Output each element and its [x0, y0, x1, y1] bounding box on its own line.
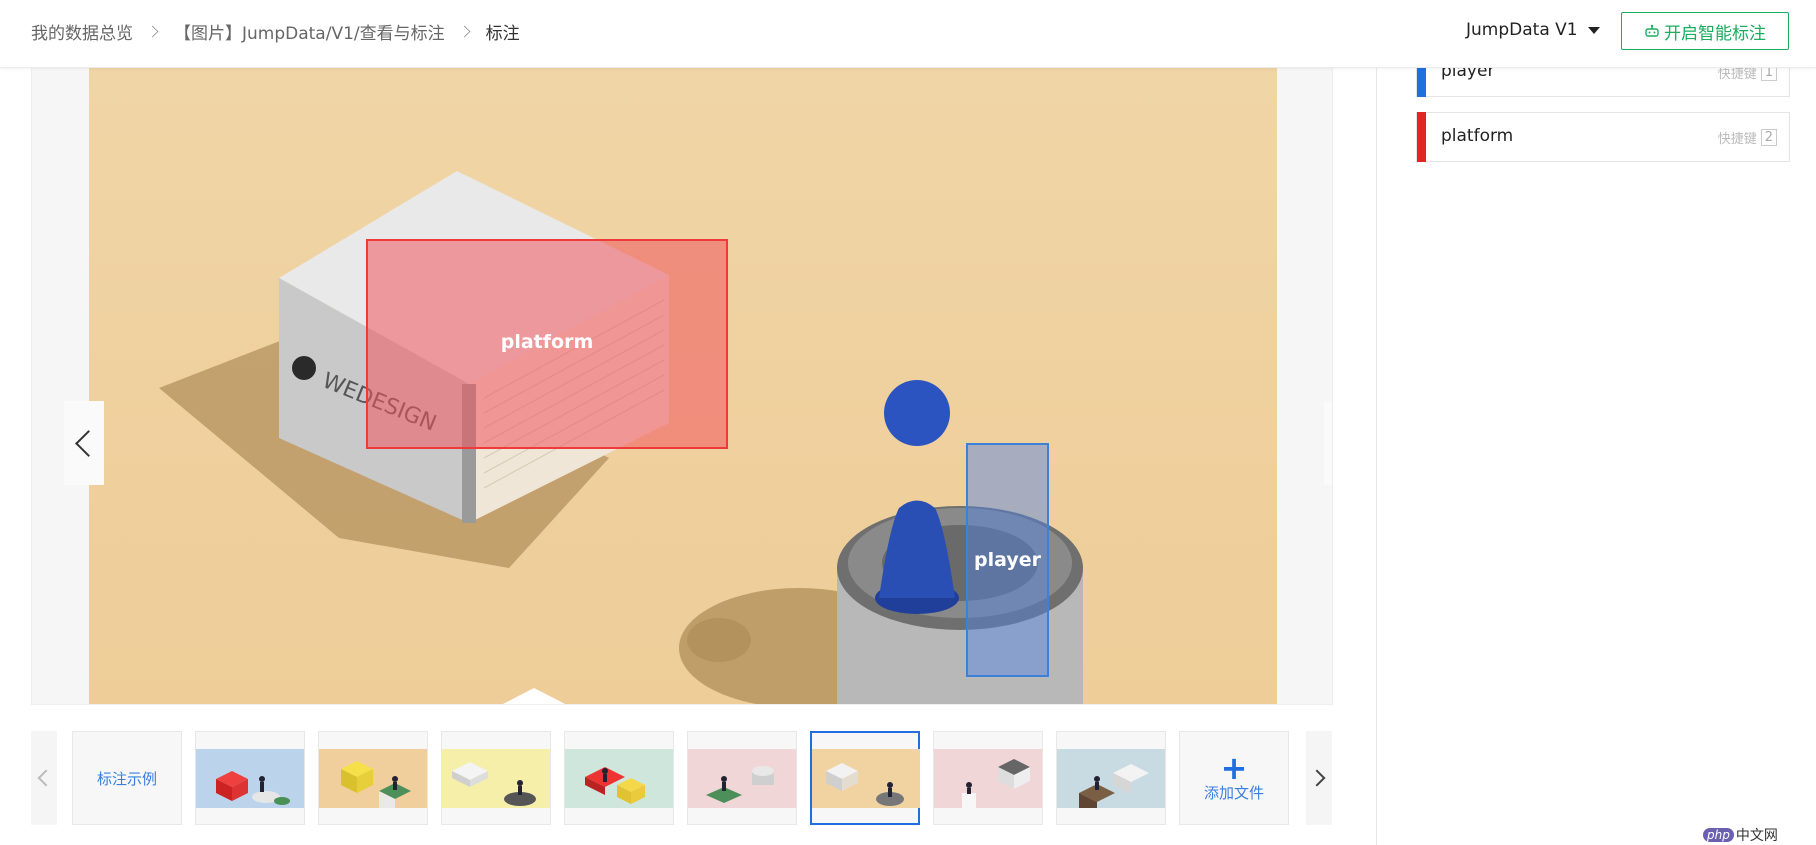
label-shortcut: 快捷键 2 — [1718, 128, 1777, 147]
caret-down-icon — [1587, 26, 1600, 34]
thumbnail-6-selected[interactable] — [810, 731, 920, 825]
breadcrumb-separator-icon — [146, 25, 159, 37]
example-tile[interactable]: 标注示例 — [72, 731, 182, 825]
breadcrumb-separator-icon — [458, 25, 470, 37]
chevron-right-icon — [1326, 429, 1332, 457]
thumbnail-1[interactable] — [195, 731, 305, 825]
breadcrumb-current: 标注 — [485, 23, 520, 44]
smart-label-text: 开启智能标注 — [1664, 23, 1766, 44]
image-canvas[interactable]: WEDESIGN platform player — [89, 68, 1277, 704]
breadcrumb: 我的数据总览 【图片】JumpData/V1/查看与标注 标注 — [31, 0, 520, 62]
thumbnail-2[interactable] — [318, 731, 428, 825]
thumbnail-5[interactable] — [687, 731, 797, 825]
top-bar: 我的数据总览 【图片】JumpData/V1/查看与标注 标注 JumpData… — [0, 0, 1816, 68]
robot-icon — [1644, 24, 1660, 38]
shortcut-key: 2 — [1760, 129, 1777, 146]
thumbnail-image — [196, 749, 304, 808]
thumbnail-3[interactable] — [441, 731, 551, 825]
breadcrumb-overview[interactable]: 我的数据总览 — [31, 19, 133, 44]
plus-icon: + — [1220, 748, 1248, 787]
version-label: JumpData V1 — [1466, 20, 1578, 40]
thumbnail-image — [565, 749, 673, 808]
annotation-label-player: player — [974, 549, 1041, 571]
annotation-label-platform: platform — [500, 331, 594, 353]
chevron-left-icon — [37, 769, 55, 787]
thumbnail-8[interactable] — [1056, 731, 1166, 825]
example-tile-label: 标注示例 — [96, 769, 157, 788]
thumbnail-image — [934, 749, 1042, 808]
prev-image-button[interactable] — [64, 401, 104, 485]
label-item-platform[interactable]: platform 快捷键 2 — [1416, 112, 1790, 162]
chevron-right-icon — [1308, 769, 1326, 787]
next-image-button[interactable] — [1324, 401, 1332, 485]
annotation-workspace: WEDESIGN platform player — [31, 67, 1333, 705]
thumbnail-image — [1057, 749, 1165, 808]
watermark-text: 中文网 — [1735, 828, 1778, 844]
sidebar-divider — [1376, 67, 1377, 845]
thumbnail-image — [319, 749, 427, 808]
thumbnail-image — [442, 749, 550, 808]
smart-label-button[interactable]: 开启智能标注 — [1621, 12, 1789, 50]
label-name: platform — [1441, 126, 1514, 146]
thumbnail-next-button[interactable] — [1306, 731, 1332, 825]
breadcrumb-dataset[interactable]: 【图片】JumpData/V1/查看与标注 — [174, 19, 445, 44]
thumbnail-7[interactable] — [933, 731, 1043, 825]
thumbnail-image — [812, 749, 920, 808]
label-color-swatch — [1417, 112, 1426, 162]
annotation-box-player[interactable]: player — [966, 443, 1049, 677]
add-file-tile[interactable]: + 添加文件 — [1179, 731, 1289, 825]
annotation-box-platform[interactable]: platform — [366, 239, 728, 449]
watermark: php 中文网 — [1703, 825, 1778, 845]
thumbnail-4[interactable] — [564, 731, 674, 825]
thumbnail-prev-button[interactable] — [31, 731, 57, 825]
shortcut-text: 快捷键 — [1717, 132, 1757, 147]
watermark-logo: php — [1703, 828, 1734, 842]
chevron-left-icon — [74, 429, 102, 457]
thumbnail-image — [688, 749, 796, 808]
version-dropdown[interactable]: JumpData V1 — [1466, 16, 1600, 44]
thumbnail-strip: 标注示例 + 添加文件 — [31, 731, 1333, 826]
add-file-label: 添加文件 — [1203, 783, 1264, 802]
